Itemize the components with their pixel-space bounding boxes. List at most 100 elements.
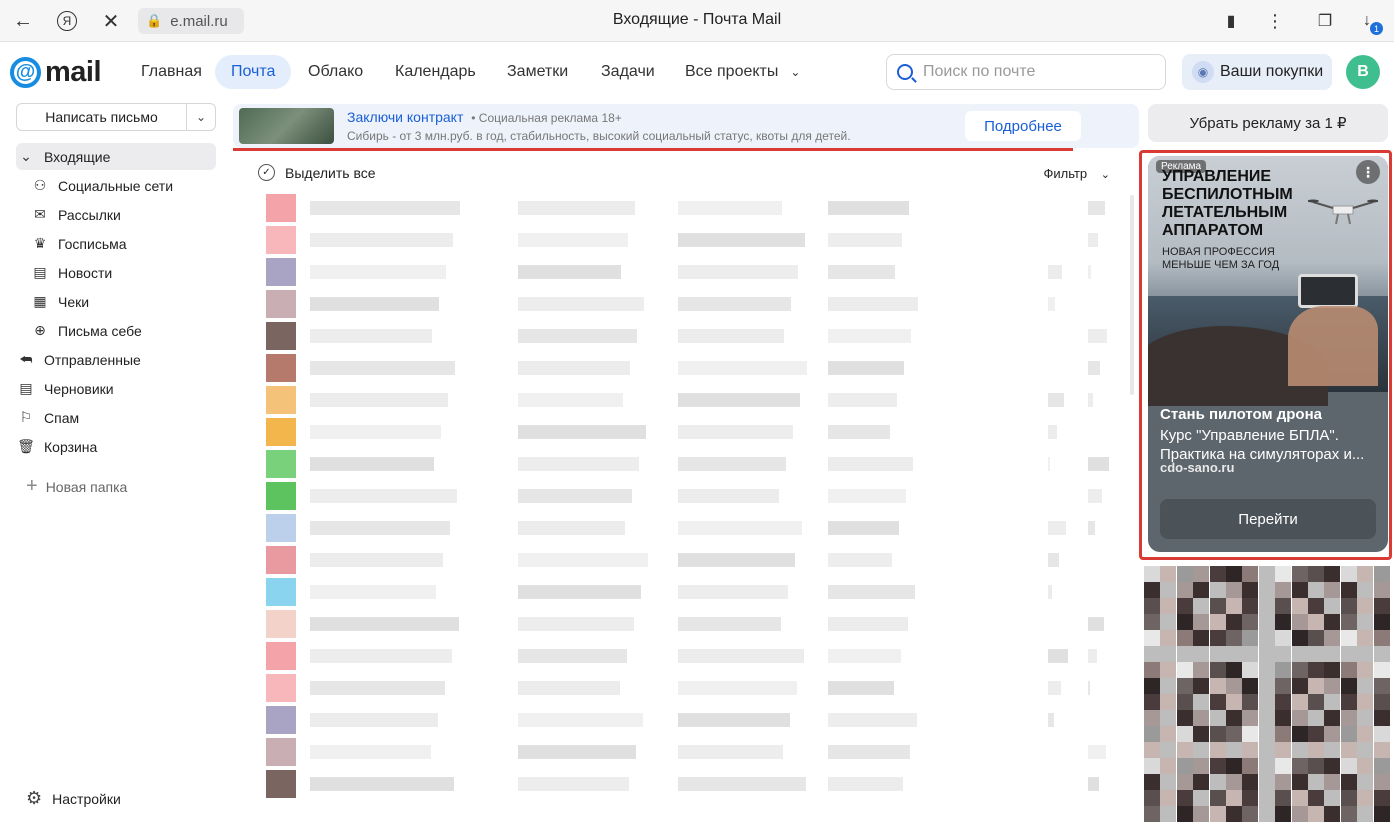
chevron-down-icon: ⌄ xyxy=(790,65,801,79)
mail-row[interactable] xyxy=(248,608,1118,640)
sidebar-ad-card[interactable]: Реклама ⋮ УПРАВЛЕНИЕ БЕСПИЛОТНЫМ ЛЕТАТЕЛ… xyxy=(1148,156,1388,552)
folder-newsletters[interactable]: ✉ Рассылки xyxy=(30,201,216,228)
redacted-text xyxy=(678,777,806,791)
scrollbar[interactable] xyxy=(1130,195,1134,395)
pixel-block xyxy=(1193,726,1210,742)
ad-more-button[interactable]: Подробнее xyxy=(965,111,1081,141)
folder-gov[interactable]: ♛ Госписьма xyxy=(30,230,216,257)
pixel-block xyxy=(1242,598,1259,614)
pixel-block xyxy=(1291,598,1308,614)
mail-row[interactable] xyxy=(248,320,1118,352)
mail-row[interactable] xyxy=(248,768,1118,800)
select-all-button[interactable]: ✓ Выделить все xyxy=(258,164,376,181)
nav-all-projects[interactable]: Все проекты ⌄ xyxy=(669,55,816,89)
new-folder-button[interactable]: + Новая папка xyxy=(26,475,127,498)
redacted-text xyxy=(828,713,917,727)
pixel-block xyxy=(1275,726,1292,742)
folder-drafts[interactable]: ▤ Черновики xyxy=(16,375,216,402)
nav-cloud[interactable]: Облако xyxy=(292,55,379,89)
nav-tasks[interactable]: Задачи xyxy=(585,55,671,89)
folder-spam[interactable]: ⚐ Спам xyxy=(16,404,216,431)
nav-mail[interactable]: Почта xyxy=(215,55,292,89)
pixel-block xyxy=(1340,742,1357,758)
pixel-block xyxy=(1144,662,1160,678)
extensions-icon[interactable]: ❐ xyxy=(1310,6,1340,36)
mail-row[interactable] xyxy=(248,192,1118,224)
pixel-block xyxy=(1340,630,1357,646)
mail-row[interactable] xyxy=(248,704,1118,736)
pixel-block xyxy=(1144,678,1160,694)
mail-row[interactable] xyxy=(248,544,1118,576)
redacted-text xyxy=(828,553,892,567)
pixel-block xyxy=(1373,598,1390,614)
folder-inbox[interactable]: ⌄ Входящие xyxy=(16,143,216,170)
redacted-text xyxy=(828,233,902,247)
mail-row[interactable] xyxy=(248,384,1118,416)
purchases-button[interactable]: ◉ Ваши покупки xyxy=(1182,54,1332,90)
ad-title[interactable]: Заключи контракт xyxy=(347,109,463,125)
folder-label: Черновики xyxy=(44,380,114,397)
ad-go-button[interactable]: Перейти xyxy=(1160,499,1376,539)
redacted-text xyxy=(828,681,894,695)
mail-row[interactable] xyxy=(248,480,1118,512)
close-icon[interactable]: ✕ xyxy=(96,6,126,36)
pixel-block xyxy=(1242,710,1259,726)
folder-news[interactable]: ▤ Новости xyxy=(30,259,216,286)
chevron-down-icon: ⌄ xyxy=(1100,169,1110,181)
pixel-block xyxy=(1160,774,1177,790)
settings-button[interactable]: ⚙ Настройки xyxy=(26,788,121,809)
compose-dropdown-chevron-icon[interactable]: ⌄ xyxy=(187,104,215,130)
pixel-block xyxy=(1357,614,1374,630)
redacted-text xyxy=(678,553,795,567)
mail-row[interactable] xyxy=(248,288,1118,320)
pixel-block xyxy=(1193,598,1210,614)
redacted-text xyxy=(1088,649,1097,663)
more-vertical-icon[interactable]: ⋮ xyxy=(1260,6,1290,36)
pixel-block xyxy=(1242,694,1259,710)
mail-row[interactable] xyxy=(248,736,1118,768)
promo-ad-bar[interactable]: Заключи контракт • Социальная реклама 18… xyxy=(233,104,1139,148)
mail-row[interactable] xyxy=(248,576,1118,608)
folder-trash[interactable]: 🗑 Корзина xyxy=(16,433,216,460)
redacted-text xyxy=(828,585,915,599)
avatar[interactable]: В xyxy=(1346,55,1380,89)
bookmark-icon[interactable]: ▮ xyxy=(1216,6,1246,36)
remove-ad-button[interactable]: Убрать рекламу за 1 ₽ xyxy=(1148,104,1388,142)
pixel-block xyxy=(1144,630,1160,646)
pixel-block xyxy=(1308,790,1324,806)
mail-logo[interactable]: @ mail xyxy=(10,56,102,89)
mail-row[interactable] xyxy=(248,352,1118,384)
mail-row[interactable] xyxy=(248,256,1118,288)
pixel-block xyxy=(1226,678,1242,694)
mail-row[interactable] xyxy=(248,224,1118,256)
mail-row[interactable] xyxy=(248,672,1118,704)
folder-sent[interactable]: ⮪ Отправленные xyxy=(16,346,216,373)
nav-main[interactable]: Главная xyxy=(125,55,218,89)
avatar xyxy=(266,386,296,414)
nav-calendar[interactable]: Календарь xyxy=(379,55,492,89)
mail-row[interactable] xyxy=(248,512,1118,544)
yandex-icon[interactable]: Я xyxy=(52,6,82,36)
folder-receipts[interactable]: ▦ Чеки xyxy=(30,288,216,315)
folder-social[interactable]: ⚇ Социальные сети xyxy=(30,172,216,199)
nav-notes[interactable]: Заметки xyxy=(491,55,584,89)
pixel-block xyxy=(1324,742,1341,758)
mail-row[interactable] xyxy=(248,448,1118,480)
address-bar[interactable]: 🔒 e.mail.ru xyxy=(138,8,244,34)
search-input[interactable]: Поиск по почте xyxy=(886,54,1166,90)
pixel-block xyxy=(1160,662,1177,678)
url-text: e.mail.ru xyxy=(170,12,228,30)
redacted-text xyxy=(310,777,454,791)
pixel-block xyxy=(1357,630,1374,646)
sent-icon: ⮪ xyxy=(19,351,33,367)
compose-button[interactable]: Написать письмо xyxy=(17,104,187,130)
avatar xyxy=(266,290,296,318)
pixel-block xyxy=(1324,566,1341,582)
more-vertical-icon[interactable]: ⋮ xyxy=(1356,160,1380,184)
filter-dropdown[interactable]: Фильтр ⌄ xyxy=(1043,166,1110,181)
back-arrow-icon[interactable]: ← xyxy=(8,6,38,36)
folder-self[interactable]: ⊕ Письма себе xyxy=(30,317,216,344)
redacted-text xyxy=(1048,265,1062,279)
mail-row[interactable] xyxy=(248,416,1118,448)
mail-row[interactable] xyxy=(248,640,1118,672)
